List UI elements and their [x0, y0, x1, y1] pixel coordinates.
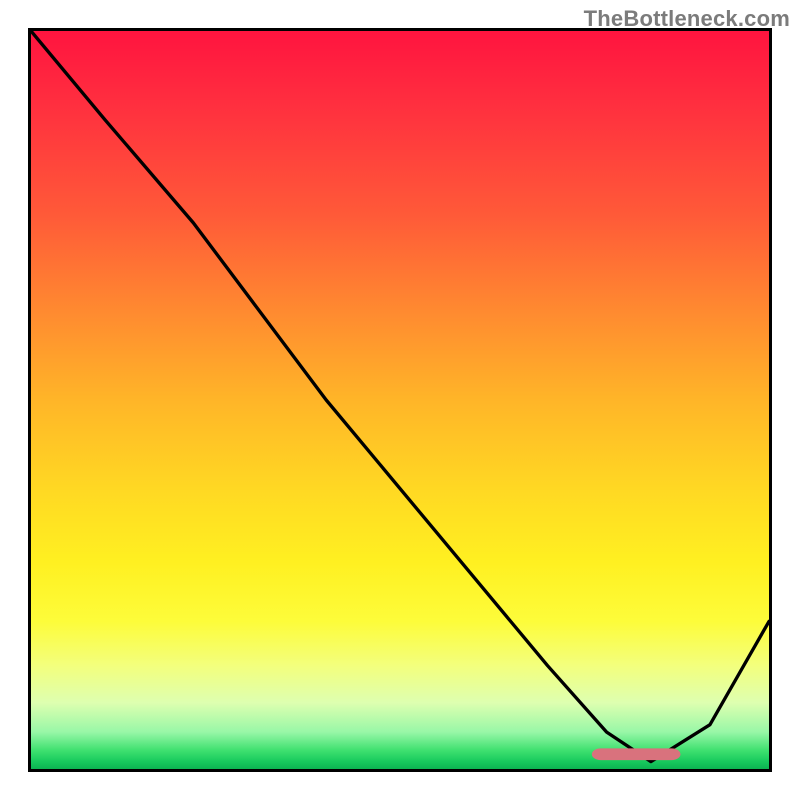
bottleneck-curve	[31, 31, 769, 762]
optimal-range-marker	[592, 748, 681, 760]
chart-stage: TheBottleneck.com	[0, 0, 800, 800]
curve-overlay	[31, 31, 769, 769]
plot-area	[28, 28, 772, 772]
